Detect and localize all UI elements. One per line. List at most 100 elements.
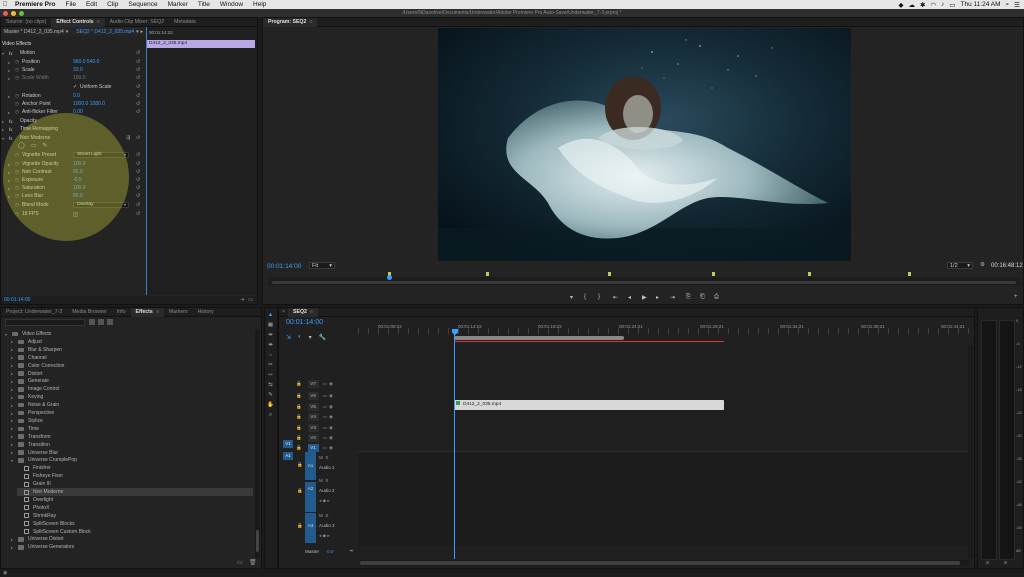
v1-source-patch[interactable]: V1	[283, 440, 293, 448]
close-tab-icon[interactable]: ×	[279, 309, 288, 315]
effects-item[interactable]: Overlight	[17, 496, 267, 504]
tab-audio-clip-mixer[interactable]: Audio Clip Mixer: SEQ2	[105, 19, 170, 25]
accelerated-effects-icon[interactable]	[89, 319, 95, 325]
effects-folder[interactable]: ▸ Universe Blur	[11, 449, 261, 457]
stopwatch-icon[interactable]: ◷	[15, 202, 19, 208]
tab-project[interactable]: Project: Underwater_7-3	[1, 309, 67, 315]
ec-anti-flicker[interactable]: ▸ ◷ Anti-flicker Filter 0.00 ↺	[8, 108, 146, 116]
a1-source-patch[interactable]: A1	[283, 452, 293, 460]
audio-track-controls[interactable]: M S	[319, 513, 328, 518]
marker[interactable]	[808, 272, 811, 276]
lock-icon[interactable]: 🔒	[296, 404, 302, 410]
tab-source[interactable]: Source: (no clips)	[1, 19, 51, 25]
effects-folder[interactable]: ▾ Universe CrumplePop	[11, 456, 261, 464]
timeline-hscroll[interactable]	[360, 560, 970, 566]
panel-menu-icon[interactable]: ≡	[310, 309, 313, 315]
lock-icon[interactable]: 🔒	[297, 462, 303, 468]
reset-icon[interactable]: ↺	[136, 75, 140, 81]
overwrite-icon[interactable]: ⎗	[700, 294, 705, 301]
effects-folder[interactable]: ▾ Video Effects	[5, 330, 255, 338]
twirl-icon[interactable]: ▾	[5, 332, 9, 337]
track-visibility-icon[interactable]: ▭◉	[323, 393, 335, 399]
a3-target[interactable]: A3	[305, 513, 316, 543]
32bit-effects-icon[interactable]	[98, 319, 104, 325]
effects-item[interactable]: SplitScreen Blocks	[17, 520, 267, 528]
pen-icon[interactable]: ✎	[266, 392, 275, 399]
twirl-icon[interactable]: ▸	[11, 537, 15, 542]
twirl-icon[interactable]: ▸	[11, 442, 15, 447]
stopwatch-icon[interactable]: ◷	[15, 152, 19, 158]
scroll-thumb[interactable]	[272, 281, 1016, 284]
slip-icon[interactable]: ⇿	[266, 372, 275, 379]
add-effect-icon[interactable]: ⇶	[126, 135, 130, 141]
solo-right-button[interactable]: S	[1004, 560, 1007, 565]
stopwatch-icon[interactable]: ◷	[15, 67, 19, 73]
twirl-icon[interactable]: ▸	[8, 162, 12, 167]
position-value[interactable]: 960.0 540.0	[73, 59, 99, 65]
search-input[interactable]	[5, 319, 85, 326]
close-icon[interactable]	[3, 10, 8, 16]
stopwatch-icon[interactable]: ◷	[15, 185, 19, 191]
settings-icon[interactable]: ⚙	[980, 262, 985, 268]
apple-icon[interactable]: 	[0, 1, 10, 8]
new-folder-icon[interactable]: ▭	[237, 559, 243, 566]
twirl-icon[interactable]: ▸	[11, 355, 15, 360]
reset-icon[interactable]: ↺	[136, 93, 140, 99]
master-clip[interactable]: Master * D412_2_035.mp4	[4, 29, 64, 35]
lock-icon[interactable]: 🔒	[296, 381, 302, 387]
volume-icon[interactable]: ♪	[941, 1, 944, 8]
lock-icon[interactable]: 🔒	[296, 435, 302, 441]
master-dropdown-icon[interactable]: ▾	[66, 29, 69, 35]
tab-history[interactable]: History	[193, 309, 219, 315]
track-lanes[interactable]: D412_2_035.mp4	[358, 333, 970, 559]
track-visibility-icon[interactable]: ▭◉	[323, 435, 335, 441]
menu-title[interactable]: Title	[193, 1, 215, 8]
twirl-icon[interactable]: ▸	[11, 411, 15, 416]
menu-marker[interactable]: Marker	[163, 1, 193, 8]
video-frame[interactable]	[438, 28, 851, 261]
selection-tool-icon[interactable]: ▲	[266, 312, 275, 319]
add-marker-icon[interactable]: ▾	[570, 294, 573, 301]
track-target[interactable]: V3	[307, 424, 319, 432]
sequence-dropdown-icon[interactable]: ▾	[136, 29, 139, 35]
twirl-icon[interactable]: ▸	[11, 371, 15, 376]
track-target[interactable]: V4	[307, 413, 319, 421]
sequence-clip[interactable]: SEQ2 * D412_2_035.mp4	[76, 29, 134, 35]
twirl-icon[interactable]: ▸	[11, 395, 15, 400]
cloud-icon[interactable]: ☁	[909, 1, 916, 9]
ec-opacity[interactable]: ▸ fx Opacity	[2, 117, 140, 125]
twirl-icon[interactable]: ▸	[11, 339, 15, 344]
ec-motion[interactable]: ▾ fx Motion ↺	[2, 49, 140, 57]
menu-window[interactable]: Window	[215, 1, 248, 8]
ec-scale[interactable]: ▸ ◷ Scale 33.0 ↺	[8, 66, 146, 74]
filter-icon[interactable]: ⇥	[240, 297, 244, 303]
program-scrubber[interactable]	[268, 272, 1020, 285]
export-frame-icon[interactable]: ⎙	[714, 294, 719, 301]
effects-folder[interactable]: ▸ Distort	[11, 370, 261, 378]
twirl-icon[interactable]: ▸	[8, 170, 12, 175]
reset-icon[interactable]: ↺	[136, 202, 140, 208]
clock[interactable]: Thu 11:24 AM	[961, 1, 1001, 8]
twirl-icon[interactable]: ▸	[11, 363, 15, 368]
lock-icon[interactable]: 🔒	[296, 414, 302, 420]
marker[interactable]	[908, 272, 911, 276]
reset-icon[interactable]: ↺	[136, 193, 140, 199]
twirl-icon[interactable]: ▸	[11, 347, 15, 352]
effects-folder[interactable]: ▸ Generate	[11, 377, 261, 385]
vignette-opacity-value[interactable]: 100.0	[73, 161, 86, 167]
reset-icon[interactable]: ↺	[136, 59, 140, 65]
timeline-settings-icon[interactable]: 🔧	[319, 334, 326, 341]
twirl-icon[interactable]: ▸	[8, 194, 12, 199]
ec-exposure[interactable]: ▸ ◷ Exposure -0.5 ↺	[8, 176, 146, 184]
pen-mask-icon[interactable]: ✎	[42, 142, 47, 149]
effects-item[interactable]: Noir Moderne	[17, 488, 253, 496]
fx-icon[interactable]: fx	[9, 119, 17, 124]
tab-seq2[interactable]: SEQ2 ≡	[288, 307, 318, 317]
saturation-value[interactable]: 100.0	[73, 185, 86, 191]
dropbox-icon[interactable]: ◆	[899, 1, 904, 9]
minimize-icon[interactable]	[11, 10, 16, 16]
exposure-value[interactable]: -0.5	[73, 177, 82, 183]
effects-folder[interactable]: ▸ Universe Generators	[11, 543, 261, 551]
a1-target[interactable]: A1	[305, 452, 316, 480]
effects-item[interactable]: Finisher	[17, 464, 267, 472]
